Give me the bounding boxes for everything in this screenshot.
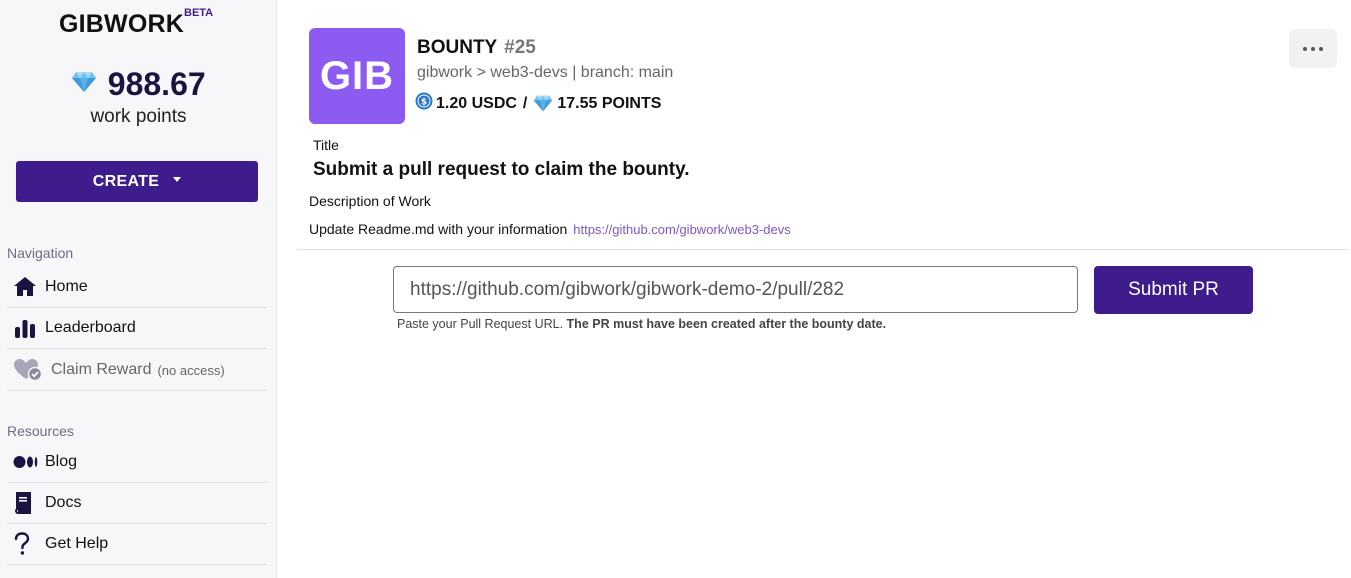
sidebar-item-get-help[interactable]: Get Help (7, 524, 267, 565)
more-dots-icon (1311, 46, 1315, 51)
sidebar-item-label: Docs (45, 494, 82, 511)
bounty-reward: $ 1.20 USDC / 17.55 POINTS (415, 92, 661, 115)
resources-section-title: Resources (7, 423, 74, 439)
sidebar-item-claim-reward[interactable]: Claim Reward (no access) (7, 350, 267, 391)
work-points-value: 988.67 (107, 66, 206, 102)
create-button[interactable]: CREATE (16, 161, 258, 202)
pr-url-input[interactable] (393, 266, 1078, 313)
sidebar-item-label: Claim Reward (51, 361, 152, 378)
question-icon (7, 532, 45, 556)
bounty-title-label: BOUNTY (417, 37, 497, 58)
sidebar: GIBWORK BETA 988.67 work points CREATE N… (0, 0, 277, 578)
divider (297, 249, 1349, 250)
navigation-section-title: Navigation (7, 245, 74, 261)
usdc-icon: $ (415, 92, 433, 115)
heart-check-icon (7, 358, 45, 382)
description-text: Update Readme.md with your information h… (309, 221, 791, 237)
bounty-number: #25 (504, 37, 536, 58)
home-icon (7, 275, 45, 299)
sidebar-item-label: Get Help (45, 535, 109, 552)
sidebar-item-label: Blog (45, 453, 78, 470)
sidebar-item-home[interactable]: Home (7, 267, 267, 308)
pr-url-hint: Paste your Pull Request URL. The PR must… (397, 317, 886, 331)
usdc-amount: 1.20 USDC (436, 94, 517, 112)
sidebar-item-label: Home (45, 278, 88, 295)
hint-bold: The PR must have been created after the … (566, 317, 887, 331)
chevron-down-icon (173, 177, 182, 182)
diamond-icon (71, 71, 97, 98)
app-root: GIBWORK BETA 988.67 work points CREATE N… (0, 0, 1351, 578)
title-label: Title (313, 137, 339, 153)
bounty-repo-info: gibwork > web3-devs | branch: main (417, 64, 674, 81)
book-icon (7, 491, 45, 515)
work-points-label: work points (90, 106, 187, 127)
bounty-task-title: Submit a pull request to claim the bount… (313, 159, 690, 180)
work-points-display: 988.67 (0, 66, 277, 103)
bounty-title: BOUNTY #25 (417, 37, 536, 59)
sidebar-item-leaderboard[interactable]: Leaderboard (7, 308, 267, 349)
svg-text:$: $ (421, 98, 427, 108)
medium-icon (7, 450, 45, 474)
repo-link[interactable]: https://github.com/gibwork/web3-devs (573, 222, 791, 237)
hint-plain: Paste your Pull Request URL. (397, 317, 564, 331)
more-options-button[interactable] (1289, 29, 1337, 68)
submit-pr-button[interactable]: Submit PR (1094, 266, 1253, 314)
description-body: Update Readme.md with your information (309, 221, 568, 237)
more-dots-icon (1303, 46, 1307, 51)
sidebar-item-docs[interactable]: Docs (7, 483, 267, 524)
bounty-logo: GIB (309, 28, 405, 124)
points-amount: 17.55 POINTS (557, 94, 662, 112)
reward-separator: / (522, 94, 528, 112)
bar-chart-icon (7, 316, 45, 340)
brand-logo[interactable]: GIBWORK (59, 10, 184, 39)
no-access-note: (no access) (157, 362, 225, 378)
diamond-icon (533, 95, 553, 112)
description-label: Description of Work (309, 193, 431, 209)
beta-badge: BETA (184, 7, 214, 19)
create-button-label: CREATE (92, 172, 160, 190)
sidebar-item-blog[interactable]: Blog (7, 442, 267, 483)
more-dots-icon (1319, 46, 1323, 51)
sidebar-item-label: Leaderboard (45, 319, 136, 336)
